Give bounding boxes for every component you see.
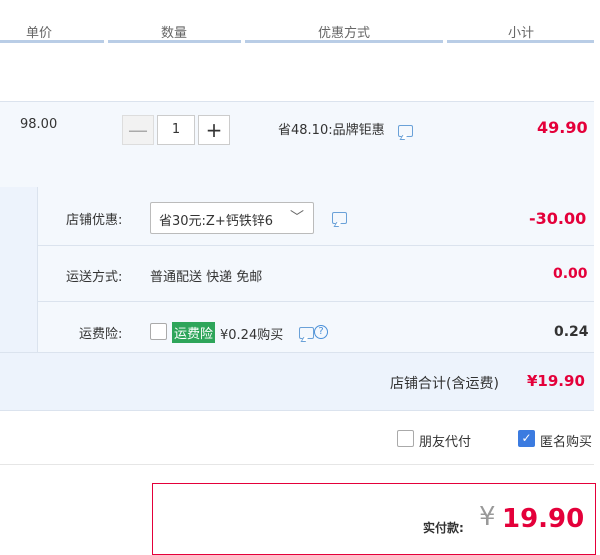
insurance-label: 运费险:	[79, 327, 123, 342]
table-header: 单价 数量 优惠方式 小计	[0, 0, 600, 44]
chat-icon[interactable]	[299, 327, 314, 339]
header-divider	[447, 40, 594, 43]
chat-icon[interactable]	[332, 212, 347, 224]
insurance-text: ¥0.24购买	[220, 328, 284, 343]
divider	[0, 352, 594, 353]
item-subtotal: 49.90	[537, 118, 588, 137]
shipping-label: 运送方式:	[66, 270, 123, 285]
quantity-increase-button[interactable]: +	[198, 115, 230, 145]
payment-summary: 实付款: ¥ 19.90	[152, 483, 596, 555]
shop-discount-amount: -30.00	[529, 209, 587, 228]
chat-icon[interactable]	[398, 125, 413, 137]
shop-discount-select[interactable]: 省30元:Z+钙铁锌6 ﹀	[150, 202, 314, 234]
shop-total-value: ¥19.90	[527, 372, 585, 390]
header-divider	[0, 40, 104, 43]
chevron-down-icon: ﹀	[290, 210, 304, 226]
header-divider	[108, 40, 241, 43]
header-quantity: 数量	[161, 26, 188, 41]
shop-total-label: 店铺合计(含运费)	[390, 376, 499, 392]
insurance-amount: 0.24	[554, 324, 589, 340]
header-discount: 优惠方式	[318, 26, 371, 41]
shop-discount-select-value: 省30元:Z+钙铁锌6	[159, 214, 273, 229]
item-unit-price: 98.00	[20, 117, 58, 132]
shipping-insurance-row: 运费险: 运费险 ¥0.24购买 ? 0.24	[38, 302, 594, 352]
shipping-value: 普通配送 快递 免邮	[150, 270, 263, 285]
anonymous-label[interactable]: 匿名购买	[540, 431, 592, 450]
divider	[0, 410, 594, 411]
item-discount: 省48.10:品牌钜惠	[278, 123, 385, 138]
payment-amount: 19.90	[502, 504, 585, 534]
quantity-decrease-button[interactable]: —	[122, 115, 154, 145]
friend-pay-checkbox[interactable]	[397, 430, 414, 447]
header-divider	[245, 40, 443, 43]
item-row: 98.00 — 1 + 省48.10:品牌钜惠 49.90	[0, 101, 594, 189]
insurance-checkbox[interactable]	[150, 323, 167, 340]
shop-discount-label: 店铺优惠:	[66, 213, 123, 228]
payment-label: 实付款:	[423, 521, 464, 535]
help-icon[interactable]: ?	[314, 325, 328, 339]
header-unit-price: 单价	[26, 26, 53, 41]
shipping-row: 运送方式: 普通配送 快递 免邮 0.00	[38, 246, 594, 301]
anonymous-checkbox[interactable]: ✓	[518, 430, 535, 447]
header-subtotal: 小计	[508, 26, 535, 41]
insurance-badge: 运费险	[172, 322, 216, 343]
shop-discount-row: 店铺优惠: 省30元:Z+钙铁锌6 ﹀ -30.00	[38, 187, 594, 245]
quantity-input[interactable]: 1	[157, 115, 195, 145]
payment-currency: ¥	[479, 502, 496, 532]
divider	[0, 464, 594, 465]
shop-summary: 店铺优惠: 省30元:Z+钙铁锌6 ﹀ -30.00 运送方式: 普通配送 快递…	[0, 187, 594, 410]
friend-pay-label[interactable]: 朋友代付	[419, 431, 471, 450]
shipping-amount: 0.00	[553, 266, 588, 282]
